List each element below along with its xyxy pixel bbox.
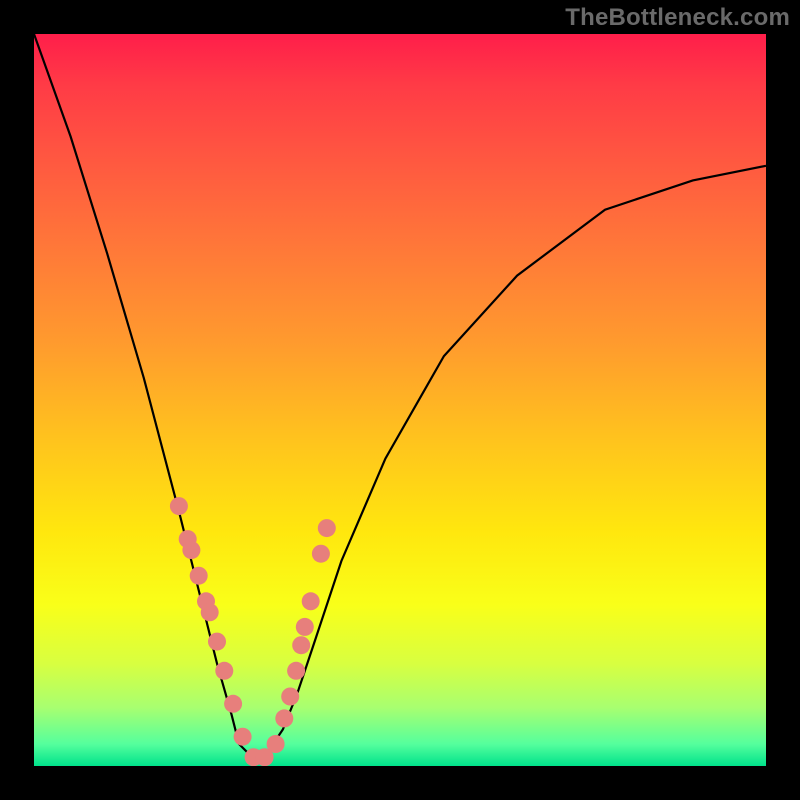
chart-svg (34, 34, 766, 766)
marker-dot (234, 728, 252, 746)
marker-dot (182, 541, 200, 559)
marker-dot (201, 603, 219, 621)
bottleneck-curve (34, 34, 766, 759)
marker-dot (296, 618, 314, 636)
marker-dot (215, 662, 233, 680)
marker-dot (287, 662, 305, 680)
plot-area (34, 34, 766, 766)
outer-frame: TheBottleneck.com (0, 0, 800, 800)
marker-dot (312, 545, 330, 563)
marker-dot (292, 636, 310, 654)
marker-dot (224, 695, 242, 713)
marker-dot (318, 519, 336, 537)
marker-dot (170, 497, 188, 515)
marker-dot (267, 735, 285, 753)
watermark-text: TheBottleneck.com (565, 4, 790, 32)
marker-dot (302, 592, 320, 610)
marker-dot (208, 633, 226, 651)
marker-dot-group (170, 497, 336, 766)
marker-dot (281, 688, 299, 706)
marker-dot (275, 709, 293, 727)
marker-dot (190, 567, 208, 585)
